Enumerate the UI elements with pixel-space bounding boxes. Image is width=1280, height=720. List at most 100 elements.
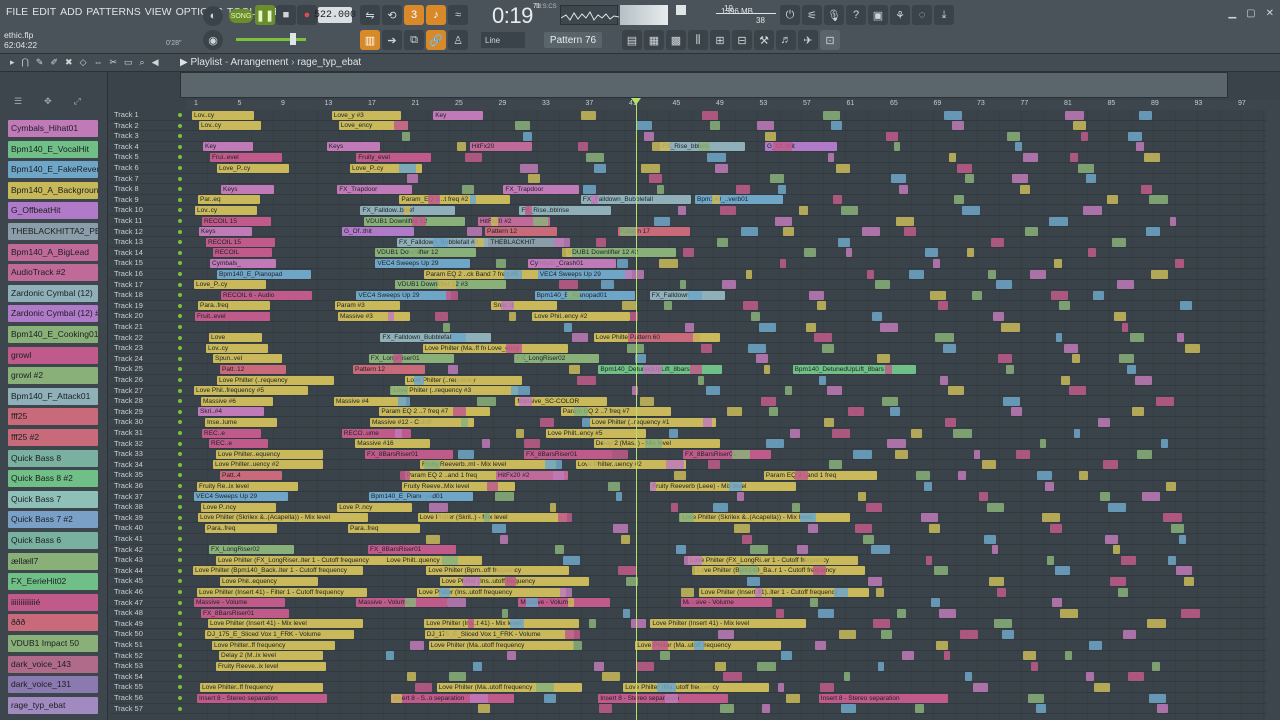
track-header[interactable]: Track 45: [110, 576, 186, 587]
pattern-clip[interactable]: Keys: [199, 227, 252, 237]
note-block[interactable]: [433, 237, 448, 247]
track-mute-led[interactable]: [178, 441, 182, 446]
note-block[interactable]: [1147, 619, 1166, 629]
note-block[interactable]: [395, 428, 402, 438]
track-header[interactable]: Track 25: [110, 364, 186, 375]
pattern-clip[interactable]: Love Phil..equency: [220, 576, 318, 586]
note-block[interactable]: [1137, 449, 1152, 459]
note-block[interactable]: [815, 640, 826, 650]
note-block[interactable]: [631, 619, 646, 629]
note-block[interactable]: [400, 470, 410, 480]
pattern-clip[interactable]: FX_Trapdoor: [337, 184, 413, 194]
note-block[interactable]: [885, 364, 892, 374]
note-block[interactable]: [625, 269, 644, 279]
note-block[interactable]: [457, 142, 466, 152]
pattern-clip[interactable]: Fruit..evel: [195, 311, 271, 321]
note-block[interactable]: [531, 640, 546, 650]
note-block[interactable]: [992, 545, 998, 555]
note-block[interactable]: [988, 269, 996, 279]
note-block[interactable]: [820, 682, 834, 692]
note-block[interactable]: [783, 227, 794, 237]
note-block[interactable]: [429, 502, 448, 512]
note-block[interactable]: [936, 640, 948, 650]
pattern-clip[interactable]: Love P..ncy: [337, 502, 413, 512]
note-block[interactable]: [666, 460, 684, 470]
track-header[interactable]: Track 2: [110, 121, 186, 132]
note-block[interactable]: [461, 417, 468, 427]
track-header[interactable]: Track 46: [110, 587, 186, 598]
note-block[interactable]: [824, 417, 834, 427]
pattern-clip[interactable]: Para..freq: [205, 523, 277, 533]
download-icon[interactable]: ⤓: [934, 5, 954, 25]
note-block[interactable]: [1122, 322, 1128, 332]
note-block[interactable]: [470, 195, 476, 205]
note-block[interactable]: [484, 513, 490, 523]
track-mute-led[interactable]: [178, 335, 182, 340]
channel-item[interactable]: iiiiiiiiiiiiié: [8, 593, 98, 611]
track-header[interactable]: Track 54: [110, 672, 186, 683]
track-row[interactable]: Cymbals_ VEC4 Sweeps Up 29 Cymbals_Crash01: [186, 258, 1280, 269]
note-block[interactable]: [1142, 492, 1160, 502]
note-block[interactable]: [996, 280, 1012, 290]
note-block[interactable]: [650, 481, 656, 491]
track-mute-led[interactable]: [178, 176, 182, 181]
note-block[interactable]: [770, 174, 784, 184]
track-row[interactable]: Par..eqParam_EQ 2 ..t freq #2FX_Falldown…: [186, 195, 1280, 206]
note-block[interactable]: [991, 237, 1004, 247]
layout-icon[interactable]: ⊡: [820, 30, 840, 50]
note-block[interactable]: [442, 555, 458, 565]
note-block[interactable]: [573, 640, 582, 650]
pattern-clip[interactable]: FX_8BarsRiser01: [365, 449, 453, 459]
note-block[interactable]: [823, 110, 840, 120]
track-header[interactable]: Track 6: [110, 163, 186, 174]
note-block[interactable]: [862, 227, 880, 237]
note-block[interactable]: [1070, 152, 1078, 162]
power-icon[interactable]: ⏻: [780, 5, 800, 25]
channel-item[interactable]: fff25 #2: [8, 429, 98, 446]
note-block[interactable]: [958, 470, 966, 480]
note-block[interactable]: [952, 121, 964, 131]
note-block[interactable]: [729, 481, 742, 491]
track-row[interactable]: Skri..#4 Param EQ 2 ..7 freq #7 Param EQ 2…: [186, 407, 1280, 418]
note-block[interactable]: [555, 545, 564, 555]
note-block[interactable]: [611, 449, 628, 459]
note-block[interactable]: [1181, 608, 1200, 618]
note-block[interactable]: [808, 523, 818, 533]
note-block[interactable]: [1061, 375, 1070, 385]
track-mute-led[interactable]: [178, 293, 182, 298]
note-block[interactable]: [596, 237, 606, 247]
note-block[interactable]: [945, 417, 956, 427]
note-block[interactable]: [524, 439, 540, 449]
snap-icon[interactable]: ▥: [360, 30, 380, 50]
pattern-clip[interactable]: Love_P..cy: [194, 280, 266, 290]
track-mute-led[interactable]: [178, 674, 182, 679]
note-block[interactable]: [1184, 576, 1194, 586]
note-block[interactable]: [997, 587, 1006, 597]
track-mute-led[interactable]: [178, 187, 182, 192]
note-block[interactable]: [827, 386, 842, 396]
track-header[interactable]: Track 29: [110, 407, 186, 418]
note-block[interactable]: [683, 248, 694, 258]
note-block[interactable]: [390, 386, 408, 396]
note-block[interactable]: [1016, 449, 1030, 459]
track-header[interactable]: Track 28: [110, 396, 186, 407]
note-block[interactable]: [525, 205, 532, 215]
link-icon[interactable]: 🔗: [426, 30, 446, 50]
note-block[interactable]: [657, 184, 664, 194]
pattern-clip[interactable]: VDUB1 Downlifter 12: [374, 248, 476, 258]
note-block[interactable]: [1128, 672, 1144, 682]
note-block[interactable]: [514, 354, 524, 364]
note-block[interactable]: [994, 619, 1012, 629]
note-block[interactable]: [993, 311, 1004, 321]
track-header[interactable]: Track 13: [110, 237, 186, 248]
note-block[interactable]: [916, 470, 930, 480]
track-row[interactable]: Love Phil..equency Love Philter (Ins..uto…: [186, 576, 1280, 587]
note-block[interactable]: [965, 174, 974, 184]
note-block[interactable]: [708, 460, 720, 470]
note-block[interactable]: [855, 523, 872, 533]
note-block[interactable]: [569, 364, 580, 374]
note-block[interactable]: [391, 693, 402, 703]
track-row[interactable]: Love Philter (Skrilex &..(Acapella)) - M…: [186, 513, 1280, 524]
note-block[interactable]: [810, 598, 818, 608]
note-block[interactable]: [568, 598, 574, 608]
